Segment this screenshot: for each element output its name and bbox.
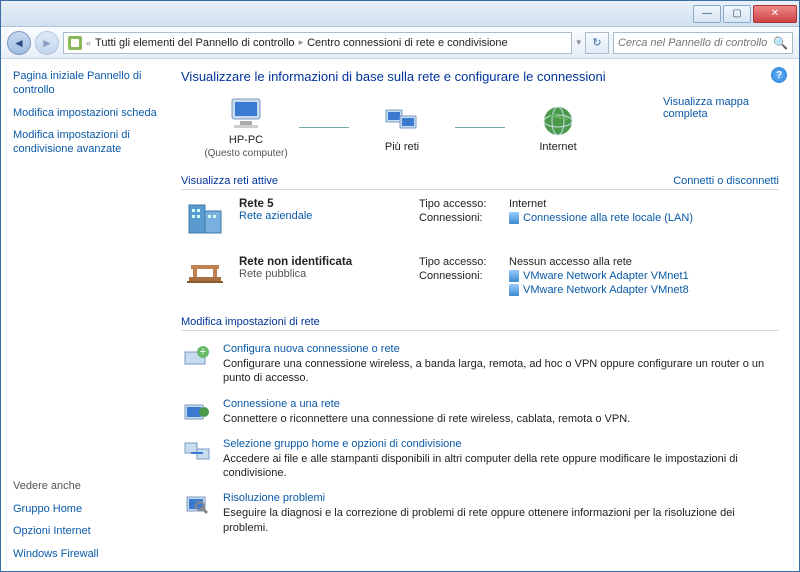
address-bar[interactable]: « Tutti gli elementi del Pannello di con… [63, 32, 572, 54]
help-icon[interactable]: ? [771, 67, 787, 83]
connection-link-vmnet1[interactable]: VMware Network Adapter VMnet1 [509, 270, 689, 282]
connection-link-vmnet8[interactable]: VMware Network Adapter VMnet8 [509, 284, 689, 296]
page-title: Visualizzare le informazioni di base sul… [181, 69, 779, 84]
sidebar-link-home[interactable]: Pagina iniziale Pannello di controllo [13, 69, 159, 98]
sidebar-link-homegroup[interactable]: Gruppo Home [13, 502, 159, 516]
task-connect: Connessione a una rete Connettere o ricon… [181, 392, 779, 432]
globe-icon [538, 103, 578, 139]
main-content: ? Visualizzare le informazioni di base s… [171, 59, 799, 571]
map-connector [455, 127, 505, 128]
back-button[interactable]: ◄ [7, 31, 31, 55]
network-block: Rete 5 Rete aziendale Tipo accesso:Inter… [181, 190, 779, 248]
network-block: Rete non identificata Rete pubblica Tipo… [181, 248, 779, 306]
access-type-label: Tipo accesso: [419, 256, 509, 268]
connect-icon [181, 398, 213, 426]
active-networks-header: Visualizza reti attive [181, 175, 278, 187]
navbar: ◄ ► « Tutti gli elementi del Pannello di… [1, 27, 799, 59]
task-link[interactable]: Risoluzione problemi [223, 492, 325, 504]
network-name: Rete non identificata [239, 256, 409, 268]
task-new-connection: + Configura nuova connessione o rete Conf… [181, 337, 779, 392]
computer-icon [226, 96, 266, 132]
task-link[interactable]: Selezione gruppo home e opzioni di condi… [223, 438, 462, 450]
close-button[interactable]: ✕ [753, 5, 797, 23]
sidebar: Pagina iniziale Pannello di controllo Mo… [1, 59, 171, 571]
connect-disconnect-link[interactable]: Connetti o disconnetti [673, 175, 779, 187]
task-link[interactable]: Configura nuova connessione o rete [223, 343, 400, 355]
sidebar-link-adapter[interactable]: Modifica impostazioni scheda [13, 106, 159, 120]
troubleshoot-icon [181, 492, 213, 520]
nic-icon [509, 270, 519, 282]
control-panel-icon [68, 36, 82, 50]
network-map: HP-PC (Questo computer) Più reti [201, 96, 603, 159]
task-desc: Eseguire la diagnosi e la correzione di … [223, 506, 779, 535]
network-type-link[interactable]: Rete aziendale [239, 210, 312, 222]
map-node-internet: Internet [513, 103, 603, 153]
titlebar: — ▢ ✕ [1, 1, 799, 27]
connection-link-lan[interactable]: Connessione alla rete locale (LAN) [509, 212, 693, 224]
chevron-icon: « [86, 38, 91, 48]
search-icon[interactable]: 🔍 [773, 36, 788, 50]
work-network-icon [181, 198, 229, 240]
task-desc: Accedere ai file e alle stampanti dispon… [223, 452, 779, 481]
breadcrumb-item[interactable]: Tutti gli elementi del Pannello di contr… [95, 37, 295, 49]
map-node-this-pc: HP-PC (Questo computer) [201, 96, 291, 159]
chevron-right-icon: ▸ [299, 37, 304, 48]
window: — ▢ ✕ ◄ ► « Tutti gli elementi del Panne… [0, 0, 800, 572]
svg-text:+: + [200, 346, 206, 358]
refresh-button[interactable]: ↻ [585, 32, 609, 54]
homegroup-icon [181, 438, 213, 466]
connections-label: Connessioni: [419, 212, 509, 224]
network-type-label: Rete pubblica [239, 268, 409, 280]
breadcrumb-item[interactable]: Centro connessioni di rete e condivision… [307, 37, 508, 49]
task-homegroup: Selezione gruppo home e opzioni di condi… [181, 432, 779, 487]
full-map-link[interactable]: Visualizza mappa completa [663, 96, 779, 120]
new-connection-icon: + [181, 343, 213, 371]
map-node-label: HP-PC [229, 134, 263, 146]
access-type-label: Tipo accesso: [419, 198, 509, 210]
map-node-multi-net: Più reti [357, 103, 447, 153]
search-input[interactable] [618, 37, 773, 49]
forward-button[interactable]: ► [35, 31, 59, 55]
map-connector [299, 127, 349, 128]
task-link[interactable]: Connessione a una rete [223, 398, 340, 410]
task-desc: Configurare una connessione wireless, a … [223, 357, 779, 386]
map-node-label: Più reti [385, 141, 419, 153]
sidebar-link-sharing[interactable]: Modifica impostazioni di condivisione av… [13, 128, 159, 157]
change-settings-header: Modifica impostazioni di rete [181, 316, 320, 328]
search-box[interactable]: 🔍 [613, 32, 793, 54]
sidebar-link-internet-options[interactable]: Opzioni Internet [13, 524, 159, 538]
task-troubleshoot: Risoluzione problemi Eseguire la diagnosi… [181, 486, 779, 541]
nic-icon [509, 212, 519, 224]
minimize-button[interactable]: — [693, 5, 721, 23]
connections-label: Connessioni: [419, 270, 509, 296]
network-name: Rete 5 [239, 198, 409, 210]
access-type-value: Nessun accesso alla rete [509, 256, 632, 268]
network-icon [382, 103, 422, 139]
sidebar-link-firewall[interactable]: Windows Firewall [13, 547, 159, 561]
maximize-button[interactable]: ▢ [723, 5, 751, 23]
map-node-sublabel: (Questo computer) [204, 148, 287, 159]
map-node-label: Internet [539, 141, 576, 153]
task-desc: Connettere o riconnettere una connession… [223, 412, 779, 426]
dropdown-icon[interactable]: ▾ [576, 37, 581, 48]
public-network-icon [181, 256, 229, 298]
nic-icon [509, 284, 519, 296]
access-type-value: Internet [509, 198, 546, 210]
see-also-header: Vedere anche [13, 480, 159, 492]
